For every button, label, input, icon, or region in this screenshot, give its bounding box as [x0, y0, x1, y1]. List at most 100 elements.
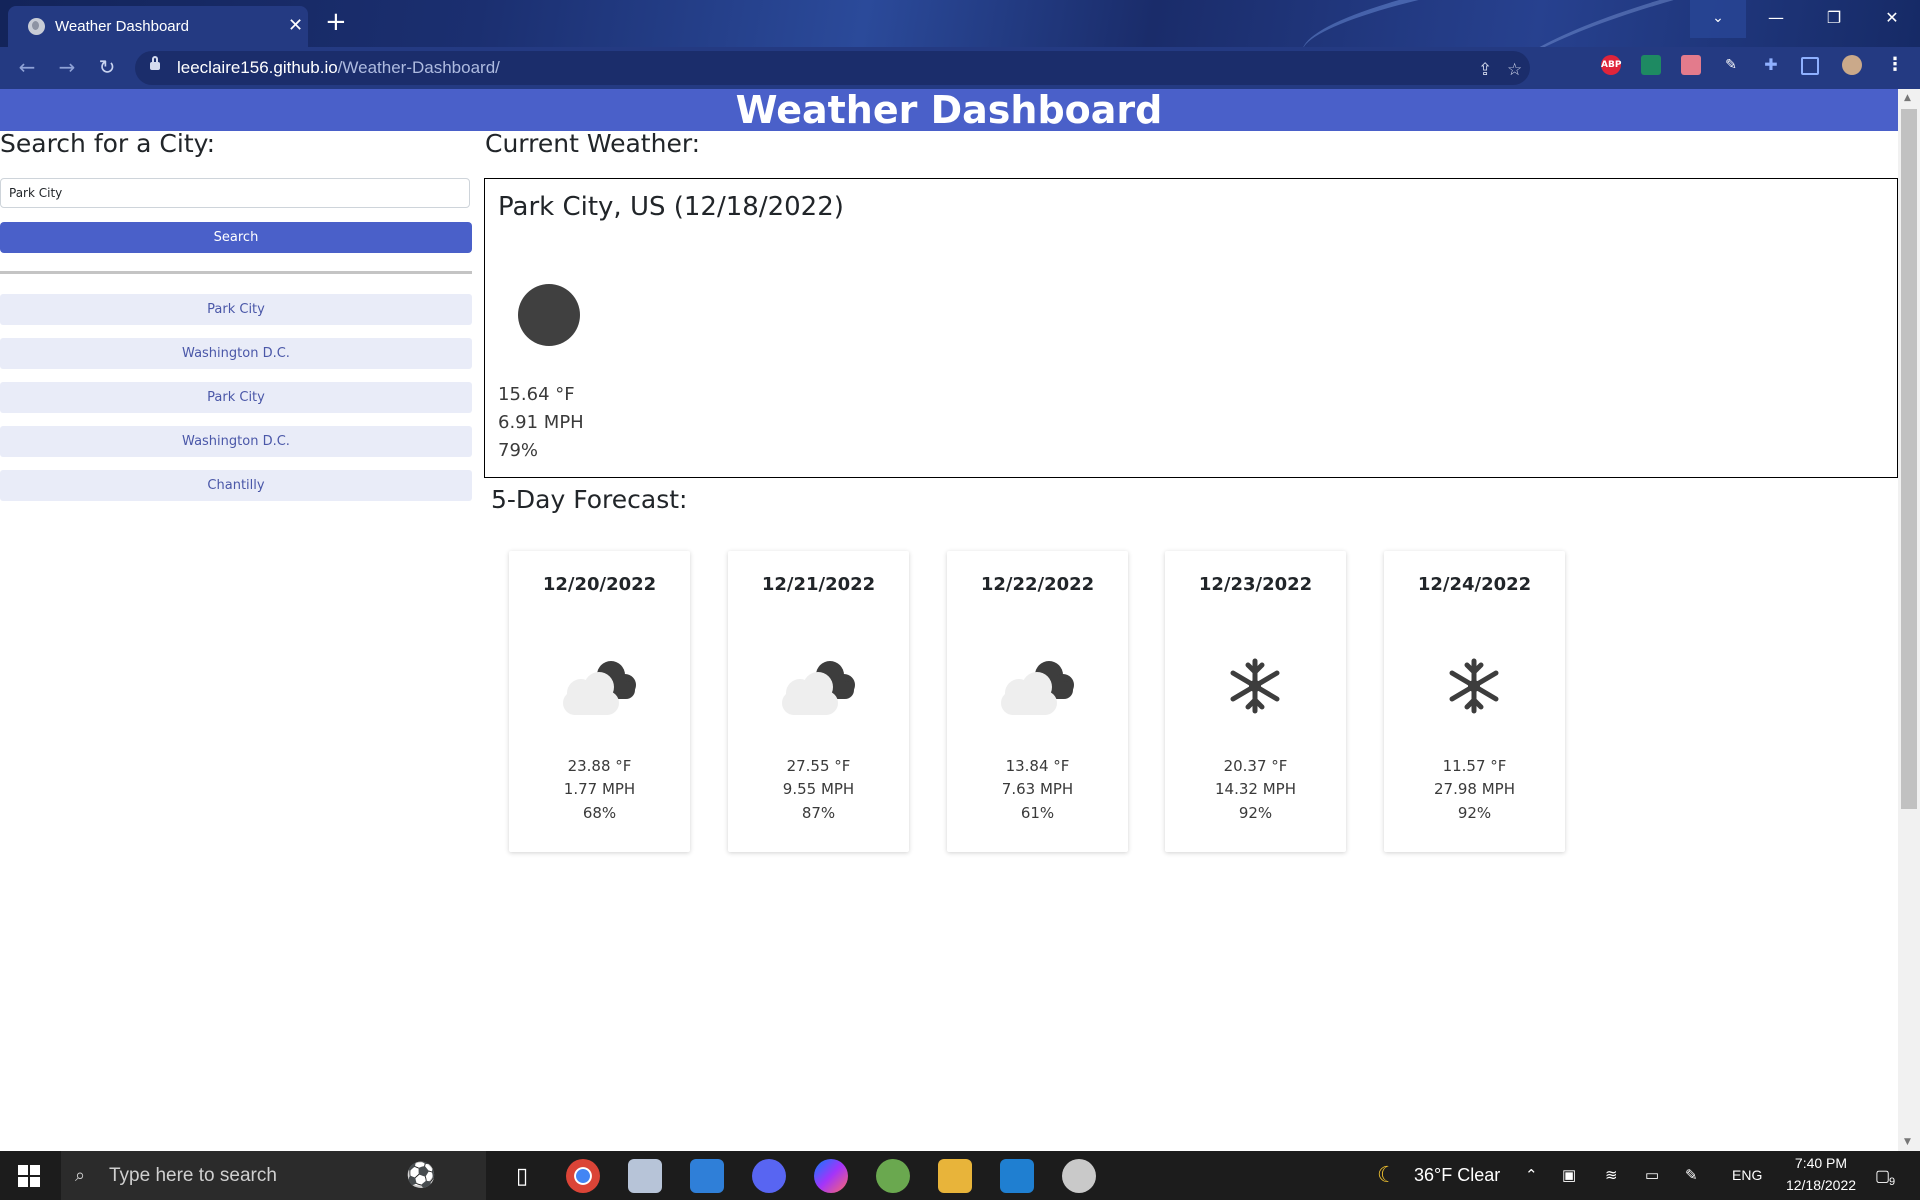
globe-icon [28, 18, 45, 35]
search-button[interactable]: Search [0, 222, 472, 253]
sidepanel-icon[interactable] [1801, 57, 1819, 75]
notification-icon[interactable]: ▢ [1875, 1166, 1890, 1186]
new-tab-button[interactable]: + [325, 7, 347, 37]
moon-icon [518, 284, 580, 346]
app-icon[interactable] [628, 1159, 662, 1193]
start-logo-pane [18, 1165, 28, 1175]
puzzle-icon[interactable]: ✚ [1761, 55, 1781, 75]
battery-icon[interactable]: ▭ [1645, 1166, 1659, 1184]
forecast-card: 12/24/2022 11.57 °F 27.98 MPH 92% [1384, 551, 1565, 852]
extension-icon[interactable] [1681, 55, 1701, 75]
current-city-date: Park City, US (12/18/2022) [498, 192, 844, 222]
messenger-icon[interactable] [814, 1159, 848, 1193]
share-icon[interactable]: ⇪ [1478, 60, 1492, 80]
address-bar[interactable]: leeclaire156.github.io/Weather-Dashboard… [135, 51, 1530, 85]
url-text[interactable]: leeclaire156.github.io/Weather-Dashboard… [177, 58, 500, 78]
forecast-date: 12/20/2022 [542, 574, 657, 595]
menu-kebab-icon[interactable]: ⋮ [1885, 55, 1905, 75]
back-button[interactable]: ← [12, 52, 42, 82]
url-host: leeclaire156.github.io [177, 58, 338, 77]
calendar-icon[interactable] [690, 1159, 724, 1193]
forecast-wind: 9.55 MPH [782, 780, 855, 798]
taskbar-date[interactable]: 12/18/2022 [1775, 1177, 1867, 1193]
soccer-ball-icon: ⚽ [406, 1162, 436, 1189]
page-title: Weather Dashboard [0, 89, 1898, 131]
game-icon[interactable] [876, 1159, 910, 1193]
close-window-button[interactable]: ✕ [1864, 0, 1920, 38]
vscode-icon[interactable] [1000, 1159, 1034, 1193]
pen-icon[interactable]: ✎ [1685, 1166, 1698, 1184]
current-humidity: 79% [498, 440, 539, 461]
city-search-input[interactable] [0, 178, 470, 208]
start-logo-pane [30, 1165, 40, 1175]
history-item[interactable]: Washington D.C. [0, 338, 472, 369]
meet-now-icon[interactable]: ▣ [1562, 1166, 1576, 1184]
forecast-date: 12/21/2022 [761, 574, 876, 595]
forecast-date: 12/24/2022 [1417, 574, 1532, 595]
tray-chevron-icon[interactable]: ⌃ [1525, 1166, 1538, 1184]
divider [0, 271, 472, 274]
forecast-date: 12/23/2022 [1198, 574, 1313, 595]
snowflake-icon [1230, 658, 1280, 714]
forward-button[interactable]: → [52, 52, 82, 82]
history-item[interactable]: Park City [0, 294, 472, 325]
scroll-down-icon[interactable]: ▼ [1904, 1137, 1911, 1147]
forecast-humidity: 87% [801, 804, 836, 822]
taskbar-weather[interactable]: 36°F Clear [1414, 1165, 1500, 1186]
scroll-up-icon[interactable]: ▲ [1904, 93, 1911, 103]
forecast-humidity: 68% [582, 804, 617, 822]
pen-extension-icon[interactable]: ✎ [1721, 55, 1741, 75]
windows-taskbar: ⌕ Type here to search ⚽ ▯ ☾ 36°F Clear ⌃… [0, 1151, 1920, 1200]
forecast-temp: 23.88 °F [567, 757, 632, 775]
forecast-card: 12/20/2022 23.88 °F 1.77 MPH 68% [509, 551, 690, 852]
extension-icon[interactable] [1641, 55, 1661, 75]
current-weather-card: Park City, US (12/18/2022) 15.64 °F 6.91… [484, 178, 1898, 478]
chrome-icon[interactable] [566, 1159, 600, 1193]
search-history-list: Park City Washington D.C. Park City Wash… [0, 294, 472, 514]
notification-count: 9 [1889, 1176, 1896, 1188]
forecast-wind: 14.32 MPH [1215, 780, 1296, 798]
paint-icon[interactable] [1062, 1159, 1096, 1193]
tab-title: Weather Dashboard [55, 18, 189, 35]
tab-search-button[interactable]: ⌄ [1690, 0, 1746, 38]
current-wind: 6.91 MPH [498, 412, 584, 433]
forecast-temp: 20.37 °F [1223, 757, 1288, 775]
scrollbar-thumb[interactable] [1901, 109, 1917, 809]
language-indicator[interactable]: ENG [1732, 1167, 1762, 1183]
tab-close-icon[interactable]: ✕ [288, 15, 303, 36]
cloudy-night-icon [1001, 661, 1074, 715]
browser-tab[interactable]: Weather Dashboard ✕ [8, 6, 308, 47]
url-path: /Weather-Dashboard/ [337, 58, 500, 77]
wifi-icon[interactable]: ≋ [1605, 1166, 1618, 1184]
reload-button[interactable]: ↻ [92, 52, 122, 82]
restore-button[interactable]: ❐ [1806, 0, 1862, 38]
taskbar-time[interactable]: 7:40 PM [1785, 1155, 1857, 1171]
taskbar-search-box[interactable]: ⌕ Type here to search ⚽ [61, 1151, 486, 1200]
page-viewport: Weather Dashboard Search for a City: Sea… [0, 89, 1898, 1151]
task-view-icon[interactable]: ▯ [505, 1159, 539, 1193]
browser-tabstrip: Weather Dashboard ✕ + ⌄ — ❐ ✕ [0, 0, 1920, 47]
minimize-button[interactable]: — [1748, 0, 1804, 38]
windows-start-button[interactable] [18, 1165, 40, 1187]
forecast-date: 12/22/2022 [980, 574, 1095, 595]
forecast-card: 12/21/2022 27.55 °F 9.55 MPH 87% [728, 551, 909, 852]
bookmark-star-icon[interactable]: ☆ [1507, 60, 1522, 80]
forecast-card: 12/23/2022 20.37 °F 14.32 MPH 92% [1165, 551, 1346, 852]
history-item[interactable]: Park City [0, 382, 472, 413]
history-item[interactable]: Chantilly [0, 470, 472, 501]
file-explorer-icon[interactable] [938, 1159, 972, 1193]
forecast-wind: 27.98 MPH [1434, 780, 1515, 798]
avatar[interactable] [1842, 55, 1862, 75]
discord-icon[interactable] [752, 1159, 786, 1193]
forecast-temp: 27.55 °F [786, 757, 851, 775]
forecast-temp: 11.57 °F [1442, 757, 1507, 775]
forecast-humidity: 92% [1238, 804, 1273, 822]
cloudy-night-icon [563, 661, 636, 715]
current-weather-heading: Current Weather: [485, 129, 701, 158]
moon-weather-icon[interactable]: ☾ [1377, 1162, 1397, 1188]
forecast-temp: 13.84 °F [1005, 757, 1070, 775]
search-icon: ⌕ [75, 1165, 86, 1185]
history-item[interactable]: Washington D.C. [0, 426, 472, 457]
page-scrollbar[interactable]: ▲ ▼ [1898, 89, 1920, 1151]
adblock-extension-icon[interactable]: ABP [1601, 55, 1621, 75]
